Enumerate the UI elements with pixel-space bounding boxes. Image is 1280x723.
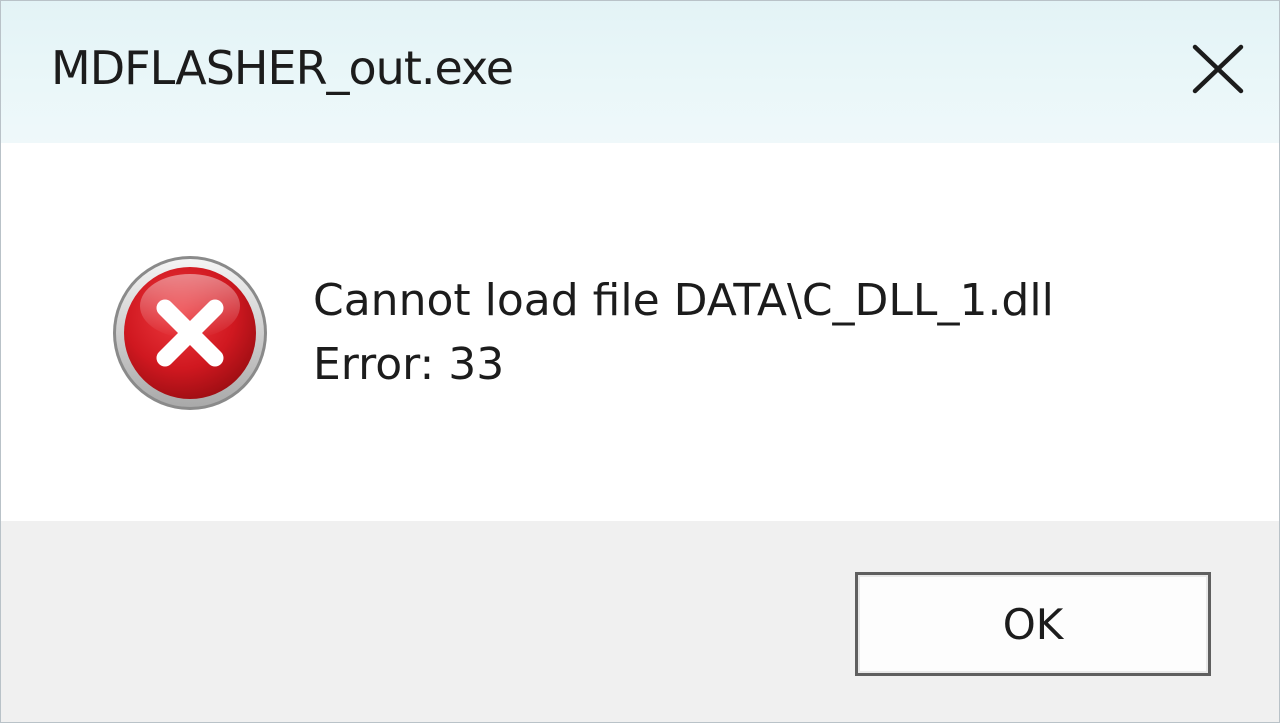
ok-button[interactable]: OK [855,572,1211,676]
message-box-dialog: MDFLASHER_out.exe Cannot load file DATA\… [0,0,1280,723]
window-title: MDFLASHER_out.exe [51,41,514,95]
title-bar[interactable]: MDFLASHER_out.exe [1,1,1279,143]
close-button[interactable] [1167,21,1271,121]
error-icon [111,254,269,412]
message-area: Cannot load file DATA\C_DLL_1.dll Error:… [1,143,1279,521]
button-bar: OK [1,521,1279,722]
error-code-line: Error: 33 [313,339,505,390]
error-message-line-1: Cannot load file DATA\C_DLL_1.dll [313,275,1054,326]
error-message: Cannot load file DATA\C_DLL_1.dll Error:… [313,269,1054,397]
close-icon [1192,44,1244,94]
